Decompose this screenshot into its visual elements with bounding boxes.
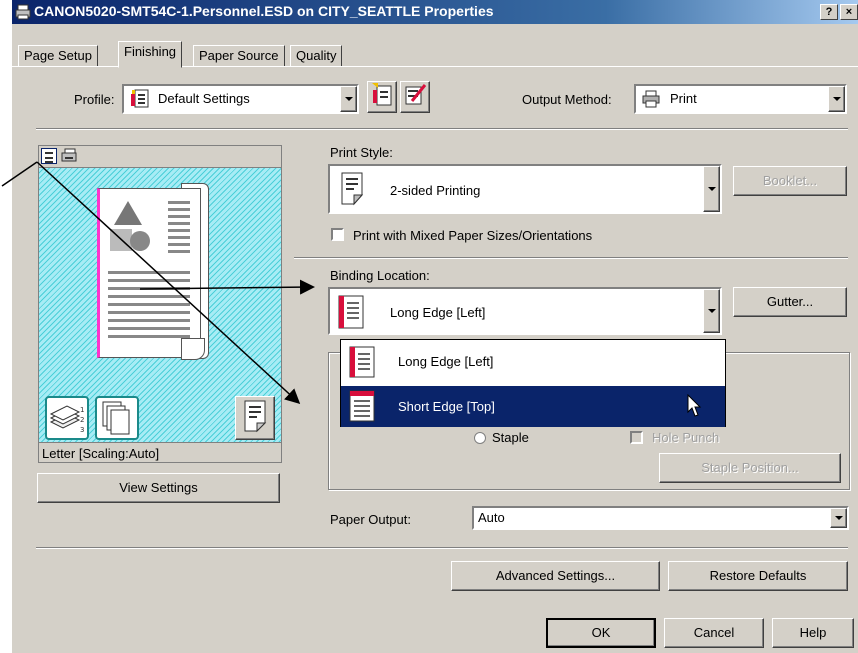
- printer-icon: [642, 90, 660, 108]
- long-edge-left-icon: [338, 295, 364, 329]
- print-style-label: Print Style:: [330, 145, 393, 160]
- divider: [36, 128, 848, 130]
- paper-output-dropdown-button[interactable]: [830, 508, 847, 528]
- profile-label: Profile:: [74, 92, 115, 107]
- preview-area: 1 2 3: [38, 167, 282, 443]
- option-long-edge-left[interactable]: Long Edge [Left]: [341, 340, 725, 384]
- booklet-button[interactable]: Booklet...: [733, 166, 847, 196]
- chevron-down-icon: [832, 97, 841, 101]
- help-title-button[interactable]: ?: [820, 4, 838, 20]
- properties-window: CANON5020-SMT54C-1.Personnel.ESD on CITY…: [10, 0, 858, 653]
- divider: [294, 257, 848, 259]
- chevron-down-icon: [344, 97, 353, 101]
- restore-defaults-button[interactable]: Restore Defaults: [668, 561, 848, 591]
- binding-location-select[interactable]: Long Edge [Left]: [328, 287, 722, 335]
- print-style-select[interactable]: 2-sided Printing: [328, 164, 722, 214]
- tab-quality[interactable]: Quality: [290, 45, 343, 67]
- tab-paper-source[interactable]: Paper Source: [193, 45, 285, 67]
- mixed-paper-label: Print with Mixed Paper Sizes/Orientation…: [353, 228, 593, 243]
- profile-value: Default Settings: [158, 91, 250, 106]
- print-style-value: 2-sided Printing: [390, 183, 481, 198]
- preview-front-page: [97, 188, 201, 358]
- output-method-value: Print: [670, 91, 697, 106]
- view-settings-button[interactable]: View Settings: [37, 473, 280, 503]
- title-bar[interactable]: CANON5020-SMT54C-1.Personnel.ESD on CITY…: [12, 0, 858, 24]
- preview-toolbar: [38, 145, 282, 167]
- paper-output-label: Paper Output:: [330, 512, 411, 527]
- tab-finishing[interactable]: Finishing: [118, 41, 183, 68]
- binding-location-label: Binding Location:: [330, 268, 430, 283]
- offset-icon[interactable]: [95, 396, 139, 440]
- option-label: Long Edge [Left]: [398, 354, 494, 369]
- printer-icon: [15, 4, 31, 20]
- output-method-dropdown-button[interactable]: [828, 86, 845, 112]
- printer-view-icon[interactable]: [60, 148, 78, 164]
- divider: [36, 547, 848, 549]
- cancel-button[interactable]: Cancel: [664, 618, 764, 648]
- svg-text:2: 2: [80, 416, 84, 424]
- mixed-paper-checkbox[interactable]: [331, 228, 344, 241]
- option-short-edge-top[interactable]: Short Edge [Top]: [341, 386, 725, 427]
- output-method-select[interactable]: Print: [634, 84, 847, 114]
- staple-label: Staple: [492, 430, 529, 445]
- binding-dropdown-button[interactable]: [703, 289, 720, 333]
- chevron-down-icon: [834, 516, 843, 520]
- binding-location-value: Long Edge [Left]: [390, 305, 486, 320]
- profile-select[interactable]: Default Settings: [122, 84, 359, 114]
- staple-position-button[interactable]: Staple Position...: [659, 453, 841, 483]
- edit-profile-icon: [405, 84, 427, 105]
- print-style-preview-icon[interactable]: [235, 396, 275, 440]
- print-style-dropdown-button[interactable]: [703, 166, 720, 212]
- hole-punch-checkbox[interactable]: [630, 431, 643, 444]
- preview-shapes-icon: [110, 201, 150, 251]
- short-edge-top-icon: [349, 390, 375, 422]
- edit-profile-button[interactable]: [400, 81, 430, 113]
- profile-dropdown-button[interactable]: [340, 86, 357, 112]
- add-profile-icon: [372, 83, 392, 106]
- ok-button[interactable]: OK: [546, 618, 656, 648]
- help-button[interactable]: Help: [772, 618, 854, 648]
- paper-output-value: Auto: [478, 510, 505, 525]
- advanced-settings-button[interactable]: Advanced Settings...: [451, 561, 660, 591]
- close-button[interactable]: ×: [840, 4, 858, 20]
- tab-page-setup[interactable]: Page Setup: [18, 45, 98, 67]
- svg-text:1: 1: [80, 406, 84, 414]
- svg-text:3: 3: [80, 426, 84, 434]
- profile-icon: [131, 89, 149, 108]
- chevron-down-icon: [707, 309, 716, 313]
- chevron-down-icon: [707, 187, 716, 191]
- long-edge-left-icon: [349, 346, 375, 378]
- staple-radio[interactable]: [474, 432, 486, 444]
- window-title: CANON5020-SMT54C-1.Personnel.ESD on CITY…: [34, 3, 494, 19]
- hole-punch-label: Hole Punch: [652, 430, 720, 445]
- paper-output-select[interactable]: Auto: [472, 506, 849, 530]
- option-label: Short Edge [Top]: [398, 399, 495, 414]
- mouse-cursor-icon: [687, 394, 702, 417]
- paper-info-text: Letter [Scaling:Auto]: [38, 443, 282, 463]
- page-view-icon[interactable]: [41, 148, 57, 164]
- gutter-button[interactable]: Gutter...: [733, 287, 847, 317]
- add-profile-button[interactable]: [367, 81, 397, 113]
- output-method-label: Output Method:: [522, 92, 612, 107]
- two-sided-print-icon: [341, 172, 364, 206]
- binding-dropdown-list: Long Edge [Left] Short Edge [Top]: [340, 339, 726, 427]
- collate-icon[interactable]: 1 2 3: [45, 396, 89, 440]
